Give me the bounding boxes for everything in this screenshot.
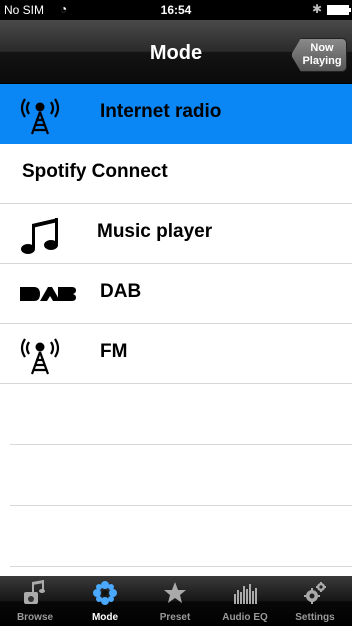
mode-item-dab[interactable]: DAB (0, 264, 352, 324)
tab-settings[interactable]: Settings (280, 576, 350, 626)
empty-row (10, 384, 352, 445)
mode-list: Internet radio Spotify Connect Music pla… (0, 84, 352, 567)
mode-label: FM (100, 341, 128, 362)
mode-icon (93, 581, 117, 605)
dab-logo-icon (20, 287, 76, 301)
tab-mode[interactable]: Mode (70, 576, 140, 626)
mode-label: Spotify Connect (22, 161, 168, 182)
clock: 16:54 (160, 3, 192, 17)
browse-icon (24, 580, 45, 604)
now-playing-label-line2: Playing (302, 55, 342, 67)
tab-label: Settings (295, 612, 335, 623)
tab-audio-eq[interactable]: Audio EQ (210, 576, 280, 626)
empty-row (10, 506, 352, 567)
mode-label: Internet radio (100, 101, 222, 122)
equalizer-icon (234, 584, 257, 604)
now-playing-button[interactable]: Now Playing (291, 38, 347, 72)
tab-preset[interactable]: Preset (140, 576, 210, 626)
radio-tower-icon (20, 338, 60, 375)
music-notes-icon (21, 218, 58, 254)
star-icon (164, 582, 186, 603)
tab-label: Audio EQ (222, 612, 268, 623)
tab-label: Browse (16, 612, 54, 623)
radio-tower-icon (20, 98, 60, 135)
mode-item-spotify-connect[interactable]: Spotify Connect (0, 144, 352, 204)
mode-label: DAB (100, 281, 142, 302)
tab-label: Preset (159, 612, 191, 623)
mode-item-music-player[interactable]: Music player (0, 204, 352, 264)
mode-item-internet-radio[interactable]: Internet radio (0, 84, 352, 144)
mode-label: Music player (97, 221, 213, 242)
navigation-bar: Mode Now Playing (0, 20, 352, 84)
bluetooth-icon: ✱ (311, 2, 322, 16)
empty-row (10, 445, 352, 506)
tab-browse[interactable]: Browse (0, 576, 70, 626)
gear-icon (304, 582, 326, 604)
now-playing-label-line1: Now (310, 42, 334, 54)
status-bar: No SIM ◔ 16:54 ✱ (0, 0, 352, 20)
mode-item-fm[interactable]: FM (0, 324, 352, 384)
tab-bar: Browse Mode Preset Audio EQ Settings (0, 576, 352, 626)
battery-icon (327, 5, 351, 15)
tab-label: Mode (91, 612, 119, 623)
